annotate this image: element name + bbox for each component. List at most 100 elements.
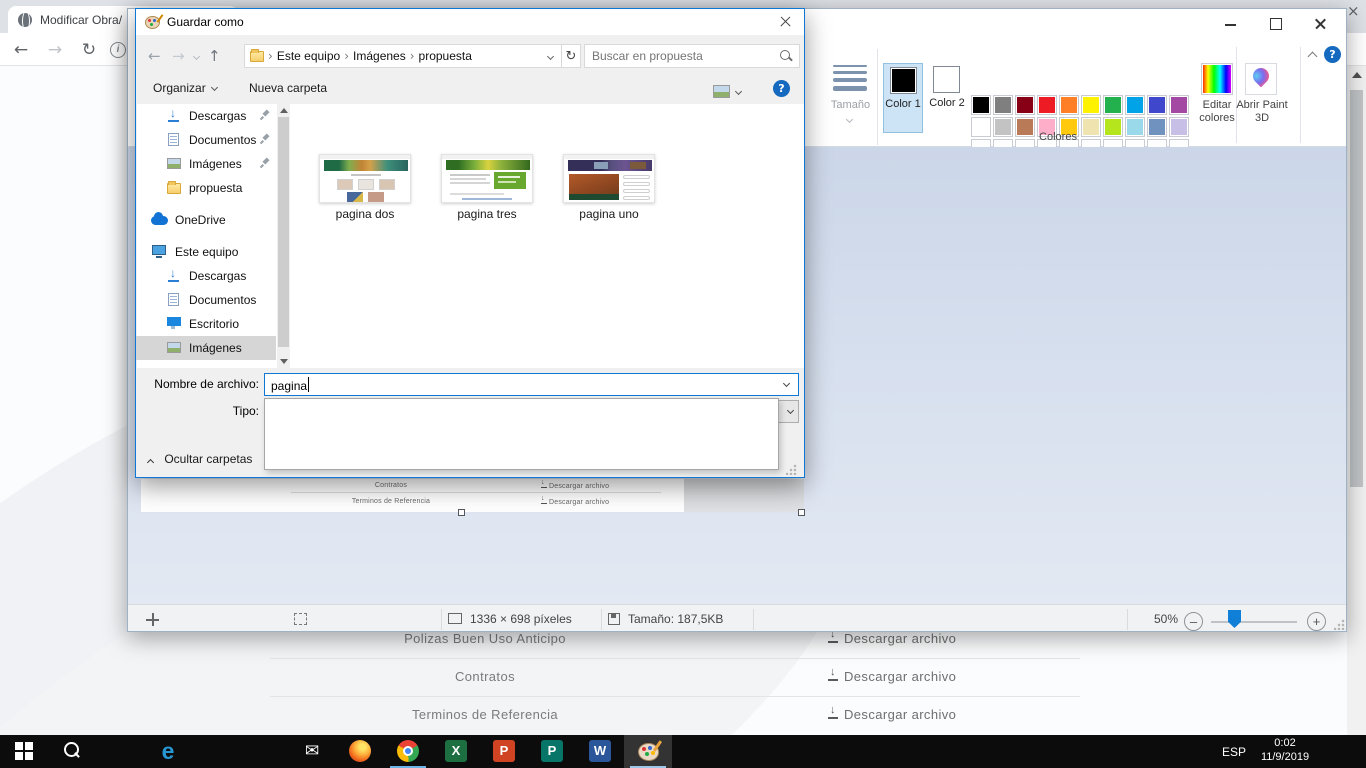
file-size-icon [608, 613, 620, 625]
file-item[interactable]: pagina tres [441, 154, 533, 221]
windows-logo-icon [15, 742, 33, 760]
sidebar-item-escritorio[interactable]: Escritorio [136, 312, 276, 336]
hide-folders-button[interactable]: Ocultar carpetas [148, 452, 252, 466]
browser-back-button[interactable] [8, 37, 34, 63]
dialog-help-icon[interactable] [773, 80, 790, 97]
sidebar-scrollbar[interactable] [277, 104, 290, 368]
paint3d-icon[interactable] [1245, 63, 1277, 95]
palette-swatch[interactable] [1059, 95, 1079, 115]
clock-date[interactable]: 11/9/2019 [1252, 751, 1318, 763]
canvas-resize-handle[interactable] [458, 509, 465, 516]
size-button-label[interactable]: Tamaño [823, 99, 878, 111]
sidebar-item-documentos[interactable]: Documentos [136, 288, 276, 312]
palette-swatch[interactable] [1125, 117, 1145, 137]
browser-forward-button[interactable] [42, 37, 68, 63]
nav-back-icon[interactable] [148, 47, 161, 65]
minimize-button[interactable] [1208, 9, 1253, 39]
paint-canvas[interactable]: Contratos Descargar archivo Terminos de … [141, 479, 804, 512]
word-icon[interactable]: W [588, 739, 612, 763]
palette-swatch[interactable] [1015, 95, 1035, 115]
nav-history-chevron-icon[interactable] [193, 53, 200, 60]
nav-forward-icon[interactable] [172, 47, 185, 65]
paint-icon[interactable] [636, 739, 660, 763]
taskbar-search-icon[interactable] [60, 739, 84, 763]
zoom-in-button[interactable]: + [1307, 612, 1326, 631]
language-indicator[interactable]: ESP [1222, 745, 1246, 759]
file-item[interactable]: pagina uno [563, 154, 655, 221]
breadcrumb-item[interactable]: Este equipo [277, 49, 340, 63]
close-button[interactable] [1298, 9, 1343, 39]
new-folder-button[interactable]: Nueva carpeta [249, 81, 327, 95]
browser-close-button[interactable] [1347, 0, 1366, 33]
window-resize-grip[interactable] [1334, 619, 1345, 630]
task-view-icon[interactable] [108, 763, 132, 768]
edge-icon[interactable]: e [156, 739, 180, 763]
page-row-download-link[interactable]: Descargar archivo [828, 707, 956, 722]
mail-icon[interactable] [300, 739, 324, 763]
edit-colors-icon[interactable] [1201, 63, 1233, 95]
page-row-download-link[interactable]: Descargar archivo [828, 631, 956, 646]
palette-swatch[interactable] [971, 95, 991, 115]
search-box[interactable]: Buscar en propuesta [584, 44, 800, 68]
browser-scrollbar[interactable] [1347, 66, 1366, 735]
size-icon[interactable] [833, 65, 867, 91]
scrollbar-thumb[interactable] [278, 117, 289, 347]
palette-swatch[interactable] [1147, 117, 1167, 137]
nav-up-icon[interactable] [208, 47, 221, 65]
canvas-resize-handle[interactable] [798, 509, 805, 516]
file-item[interactable]: pagina dos [319, 154, 411, 221]
dialog-resize-grip[interactable] [786, 464, 797, 475]
sidebar-item-descargas[interactable]: Descargas [136, 264, 276, 288]
scroll-down-icon[interactable] [280, 359, 288, 364]
sidebar-item-imagenes-selected[interactable]: Imágenes [136, 336, 276, 360]
sidebar-item-onedrive[interactable]: OneDrive [136, 208, 276, 232]
scrollbar-up-arrow[interactable] [1352, 72, 1362, 78]
page-row-download-link[interactable]: Descargar archivo [828, 669, 956, 684]
color1-button[interactable]: Color 1 [883, 63, 923, 133]
sidebar-item-propuesta[interactable]: propuesta [136, 176, 276, 200]
color2-button[interactable]: Color 2 [927, 63, 967, 133]
sidebar-item-imagenes-pinned[interactable]: Imágenes [136, 152, 276, 176]
paint3d-label[interactable]: Abrir Paint 3D [1233, 99, 1291, 125]
scrollbar-thumb[interactable] [1350, 90, 1363, 487]
site-info-icon[interactable]: i [110, 42, 126, 58]
crumb-separator-icon [410, 49, 415, 63]
sidebar-item-este-equipo[interactable]: Este equipo [136, 240, 276, 264]
collapse-ribbon-icon[interactable] [1308, 52, 1318, 62]
help-icon[interactable] [1324, 46, 1341, 63]
view-options-icon[interactable] [713, 85, 730, 98]
publisher-icon[interactable]: P [540, 739, 564, 763]
powerpoint-icon[interactable]: P [492, 739, 516, 763]
browser-reload-button[interactable] [76, 37, 102, 63]
breadcrumb[interactable]: Este equipo Imágenes propuesta [244, 44, 562, 68]
chrome-icon[interactable] [396, 739, 420, 763]
palette-swatch[interactable] [1037, 95, 1057, 115]
organize-button[interactable]: Organizar [153, 81, 217, 95]
autocomplete-panel[interactable] [264, 398, 779, 470]
palette-swatch[interactable] [1147, 95, 1167, 115]
zoom-slider-track[interactable] [1211, 621, 1297, 623]
maximize-button[interactable] [1253, 9, 1298, 39]
refresh-button[interactable] [562, 44, 581, 68]
search-icon[interactable] [780, 50, 793, 63]
breadcrumb-item[interactable]: Imágenes [353, 49, 406, 63]
firefox-icon[interactable] [348, 739, 372, 763]
sidebar-item-descargas-pinned[interactable]: Descargas [136, 104, 276, 128]
clock-time[interactable]: 0:02 [1252, 737, 1318, 749]
color1-swatch [890, 67, 917, 94]
address-dropdown-chevron-icon[interactable] [547, 53, 554, 60]
sidebar-item-documentos-pinned[interactable]: Documentos [136, 128, 276, 152]
palette-swatch[interactable] [1103, 95, 1123, 115]
filename-input[interactable] [264, 373, 799, 396]
palette-swatch[interactable] [1125, 95, 1145, 115]
excel-icon[interactable]: X [444, 739, 468, 763]
start-button[interactable] [12, 739, 36, 763]
palette-swatch[interactable] [993, 95, 1013, 115]
dialog-close-button[interactable] [766, 9, 804, 35]
palette-swatch[interactable] [971, 117, 991, 137]
view-options-chevron-icon[interactable] [735, 88, 742, 95]
palette-swatch[interactable] [1081, 95, 1101, 115]
scroll-up-icon[interactable] [280, 108, 288, 113]
breadcrumb-item[interactable]: propuesta [419, 49, 472, 63]
zoom-out-button[interactable]: – [1184, 612, 1203, 631]
